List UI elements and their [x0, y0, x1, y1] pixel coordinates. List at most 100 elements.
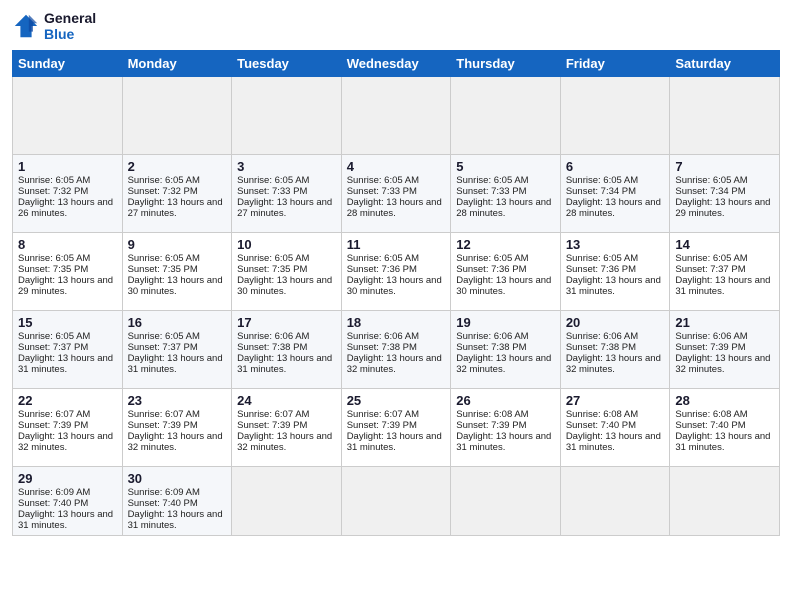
calendar-week-4: 15Sunrise: 6:05 AMSunset: 7:37 PMDayligh… [13, 311, 780, 389]
day-number: 14 [675, 237, 774, 252]
weekday-header-wednesday: Wednesday [341, 51, 451, 77]
day-number: 28 [675, 393, 774, 408]
sunset: Sunset: 7:36 PM [566, 264, 636, 275]
daylight: Daylight: 13 hours and 32 minutes. [566, 353, 661, 375]
calendar-cell: 3Sunrise: 6:05 AMSunset: 7:33 PMDaylight… [232, 155, 342, 233]
calendar-cell: 30Sunrise: 6:09 AMSunset: 7:40 PMDayligh… [122, 467, 232, 536]
day-number: 9 [128, 237, 227, 252]
calendar-cell [670, 77, 780, 155]
calendar-cell: 6Sunrise: 6:05 AMSunset: 7:34 PMDaylight… [560, 155, 670, 233]
daylight: Daylight: 13 hours and 31 minutes. [347, 431, 442, 453]
calendar-cell: 24Sunrise: 6:07 AMSunset: 7:39 PMDayligh… [232, 389, 342, 467]
day-number: 27 [566, 393, 665, 408]
calendar-week-1 [13, 77, 780, 155]
day-number: 26 [456, 393, 555, 408]
logo-text-blue: Blue [44, 26, 96, 42]
day-number: 6 [566, 159, 665, 174]
daylight: Daylight: 13 hours and 32 minutes. [128, 431, 223, 453]
calendar-cell [122, 77, 232, 155]
sunset: Sunset: 7:39 PM [128, 420, 198, 431]
calendar-week-5: 22Sunrise: 6:07 AMSunset: 7:39 PMDayligh… [13, 389, 780, 467]
day-number: 5 [456, 159, 555, 174]
sunrise: Sunrise: 6:05 AM [675, 175, 747, 186]
sunrise: Sunrise: 6:07 AM [347, 409, 419, 420]
sunrise: Sunrise: 6:05 AM [18, 253, 90, 264]
calendar-cell: 16Sunrise: 6:05 AMSunset: 7:37 PMDayligh… [122, 311, 232, 389]
sunset: Sunset: 7:35 PM [128, 264, 198, 275]
day-number: 1 [18, 159, 117, 174]
calendar-cell: 11Sunrise: 6:05 AMSunset: 7:36 PMDayligh… [341, 233, 451, 311]
calendar-cell: 5Sunrise: 6:05 AMSunset: 7:33 PMDaylight… [451, 155, 561, 233]
weekday-header-thursday: Thursday [451, 51, 561, 77]
calendar-container: General Blue SundayMondayTuesdayWednesda… [0, 0, 792, 544]
day-number: 21 [675, 315, 774, 330]
sunset: Sunset: 7:39 PM [456, 420, 526, 431]
logo-general: General [44, 10, 96, 26]
sunrise: Sunrise: 6:05 AM [347, 175, 419, 186]
calendar-cell: 21Sunrise: 6:06 AMSunset: 7:39 PMDayligh… [670, 311, 780, 389]
calendar-cell: 15Sunrise: 6:05 AMSunset: 7:37 PMDayligh… [13, 311, 123, 389]
calendar-cell: 8Sunrise: 6:05 AMSunset: 7:35 PMDaylight… [13, 233, 123, 311]
calendar-cell: 4Sunrise: 6:05 AMSunset: 7:33 PMDaylight… [341, 155, 451, 233]
sunset: Sunset: 7:37 PM [675, 264, 745, 275]
day-number: 12 [456, 237, 555, 252]
logo-blue: Blue [44, 26, 74, 42]
day-number: 25 [347, 393, 446, 408]
daylight: Daylight: 13 hours and 32 minutes. [237, 431, 332, 453]
day-number: 19 [456, 315, 555, 330]
day-number: 16 [128, 315, 227, 330]
sunset: Sunset: 7:40 PM [18, 498, 88, 509]
sunrise: Sunrise: 6:05 AM [675, 253, 747, 264]
sunset: Sunset: 7:40 PM [566, 420, 636, 431]
daylight: Daylight: 13 hours and 32 minutes. [456, 353, 551, 375]
daylight: Daylight: 13 hours and 30 minutes. [237, 275, 332, 297]
logo: General Blue [12, 10, 96, 42]
calendar-cell: 28Sunrise: 6:08 AMSunset: 7:40 PMDayligh… [670, 389, 780, 467]
daylight: Daylight: 13 hours and 26 minutes. [18, 197, 113, 219]
calendar-cell: 1Sunrise: 6:05 AMSunset: 7:32 PMDaylight… [13, 155, 123, 233]
day-number: 8 [18, 237, 117, 252]
calendar-table: SundayMondayTuesdayWednesdayThursdayFrid… [12, 50, 780, 536]
calendar-week-6: 29Sunrise: 6:09 AMSunset: 7:40 PMDayligh… [13, 467, 780, 536]
sunrise: Sunrise: 6:07 AM [237, 409, 309, 420]
sunrise: Sunrise: 6:05 AM [128, 253, 200, 264]
day-number: 29 [18, 471, 117, 486]
sunset: Sunset: 7:38 PM [347, 342, 417, 353]
sunrise: Sunrise: 6:05 AM [18, 331, 90, 342]
calendar-cell: 2Sunrise: 6:05 AMSunset: 7:32 PMDaylight… [122, 155, 232, 233]
weekday-header-friday: Friday [560, 51, 670, 77]
daylight: Daylight: 13 hours and 31 minutes. [18, 509, 113, 531]
sunset: Sunset: 7:33 PM [237, 186, 307, 197]
calendar-cell: 12Sunrise: 6:05 AMSunset: 7:36 PMDayligh… [451, 233, 561, 311]
day-number: 20 [566, 315, 665, 330]
daylight: Daylight: 13 hours and 31 minutes. [456, 431, 551, 453]
day-number: 23 [128, 393, 227, 408]
calendar-cell [13, 77, 123, 155]
sunset: Sunset: 7:40 PM [128, 498, 198, 509]
sunset: Sunset: 7:38 PM [456, 342, 526, 353]
sunrise: Sunrise: 6:05 AM [128, 331, 200, 342]
daylight: Daylight: 13 hours and 31 minutes. [237, 353, 332, 375]
day-number: 3 [237, 159, 336, 174]
daylight: Daylight: 13 hours and 31 minutes. [128, 509, 223, 531]
sunrise: Sunrise: 6:07 AM [18, 409, 90, 420]
sunrise: Sunrise: 6:07 AM [128, 409, 200, 420]
daylight: Daylight: 13 hours and 27 minutes. [128, 197, 223, 219]
sunrise: Sunrise: 6:05 AM [237, 175, 309, 186]
sunset: Sunset: 7:39 PM [237, 420, 307, 431]
sunrise: Sunrise: 6:05 AM [456, 175, 528, 186]
calendar-cell [451, 467, 561, 536]
calendar-cell: 10Sunrise: 6:05 AMSunset: 7:35 PMDayligh… [232, 233, 342, 311]
sunset: Sunset: 7:35 PM [18, 264, 88, 275]
calendar-cell [341, 467, 451, 536]
daylight: Daylight: 13 hours and 30 minutes. [347, 275, 442, 297]
day-number: 15 [18, 315, 117, 330]
calendar-cell [560, 77, 670, 155]
calendar-cell: 29Sunrise: 6:09 AMSunset: 7:40 PMDayligh… [13, 467, 123, 536]
daylight: Daylight: 13 hours and 28 minutes. [456, 197, 551, 219]
calendar-cell: 20Sunrise: 6:06 AMSunset: 7:38 PMDayligh… [560, 311, 670, 389]
daylight: Daylight: 13 hours and 31 minutes. [566, 431, 661, 453]
daylight: Daylight: 13 hours and 31 minutes. [675, 275, 770, 297]
daylight: Daylight: 13 hours and 28 minutes. [566, 197, 661, 219]
calendar-cell [232, 77, 342, 155]
